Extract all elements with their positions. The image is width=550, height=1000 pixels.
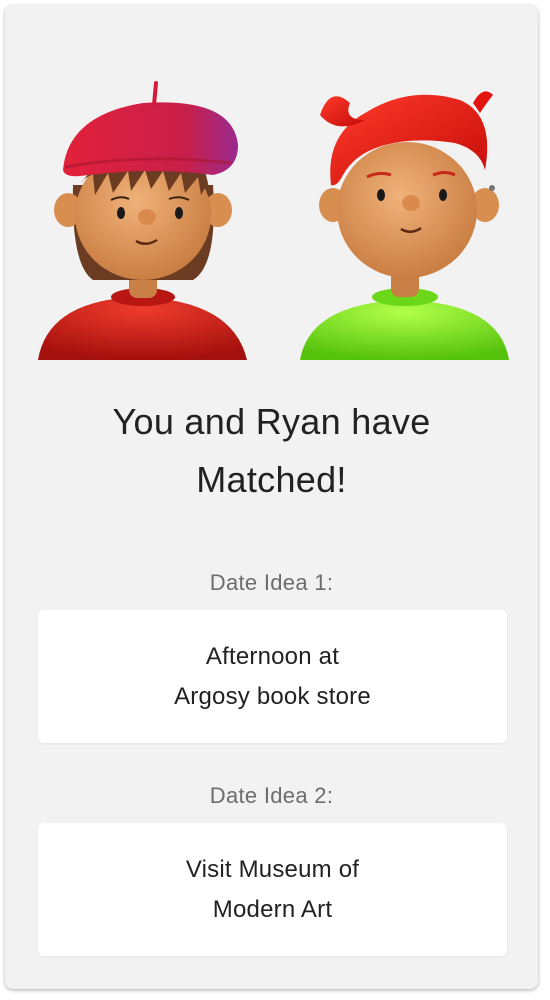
match-card: You and Ryan have Matched! Date Idea 1: … <box>5 5 538 989</box>
date-idea-1-label: Date Idea 1: <box>209 570 334 595</box>
date-idea-1-line2: Argosy book store <box>174 682 371 710</box>
avatar-man-red-hair-icon <box>295 75 515 360</box>
match-title-line1: You and Ryan have <box>112 401 431 442</box>
match-title: You and Ryan have Matched! <box>5 393 538 509</box>
date-idea-2-card[interactable]: Visit Museum of Modern Art <box>38 823 507 956</box>
date-idea-2-line2: Modern Art <box>212 895 333 923</box>
date-idea-2-label: Date Idea 2: <box>209 783 334 808</box>
avatar-woman-beret-icon <box>33 75 253 360</box>
date-idea-1-line1: Afternoon at <box>205 642 340 670</box>
match-title-line2: Matched! <box>196 459 347 500</box>
date-idea-2-line1: Visit Museum of <box>185 855 360 883</box>
date-idea-1-card[interactable]: Afternoon at Argosy book store <box>38 610 507 743</box>
